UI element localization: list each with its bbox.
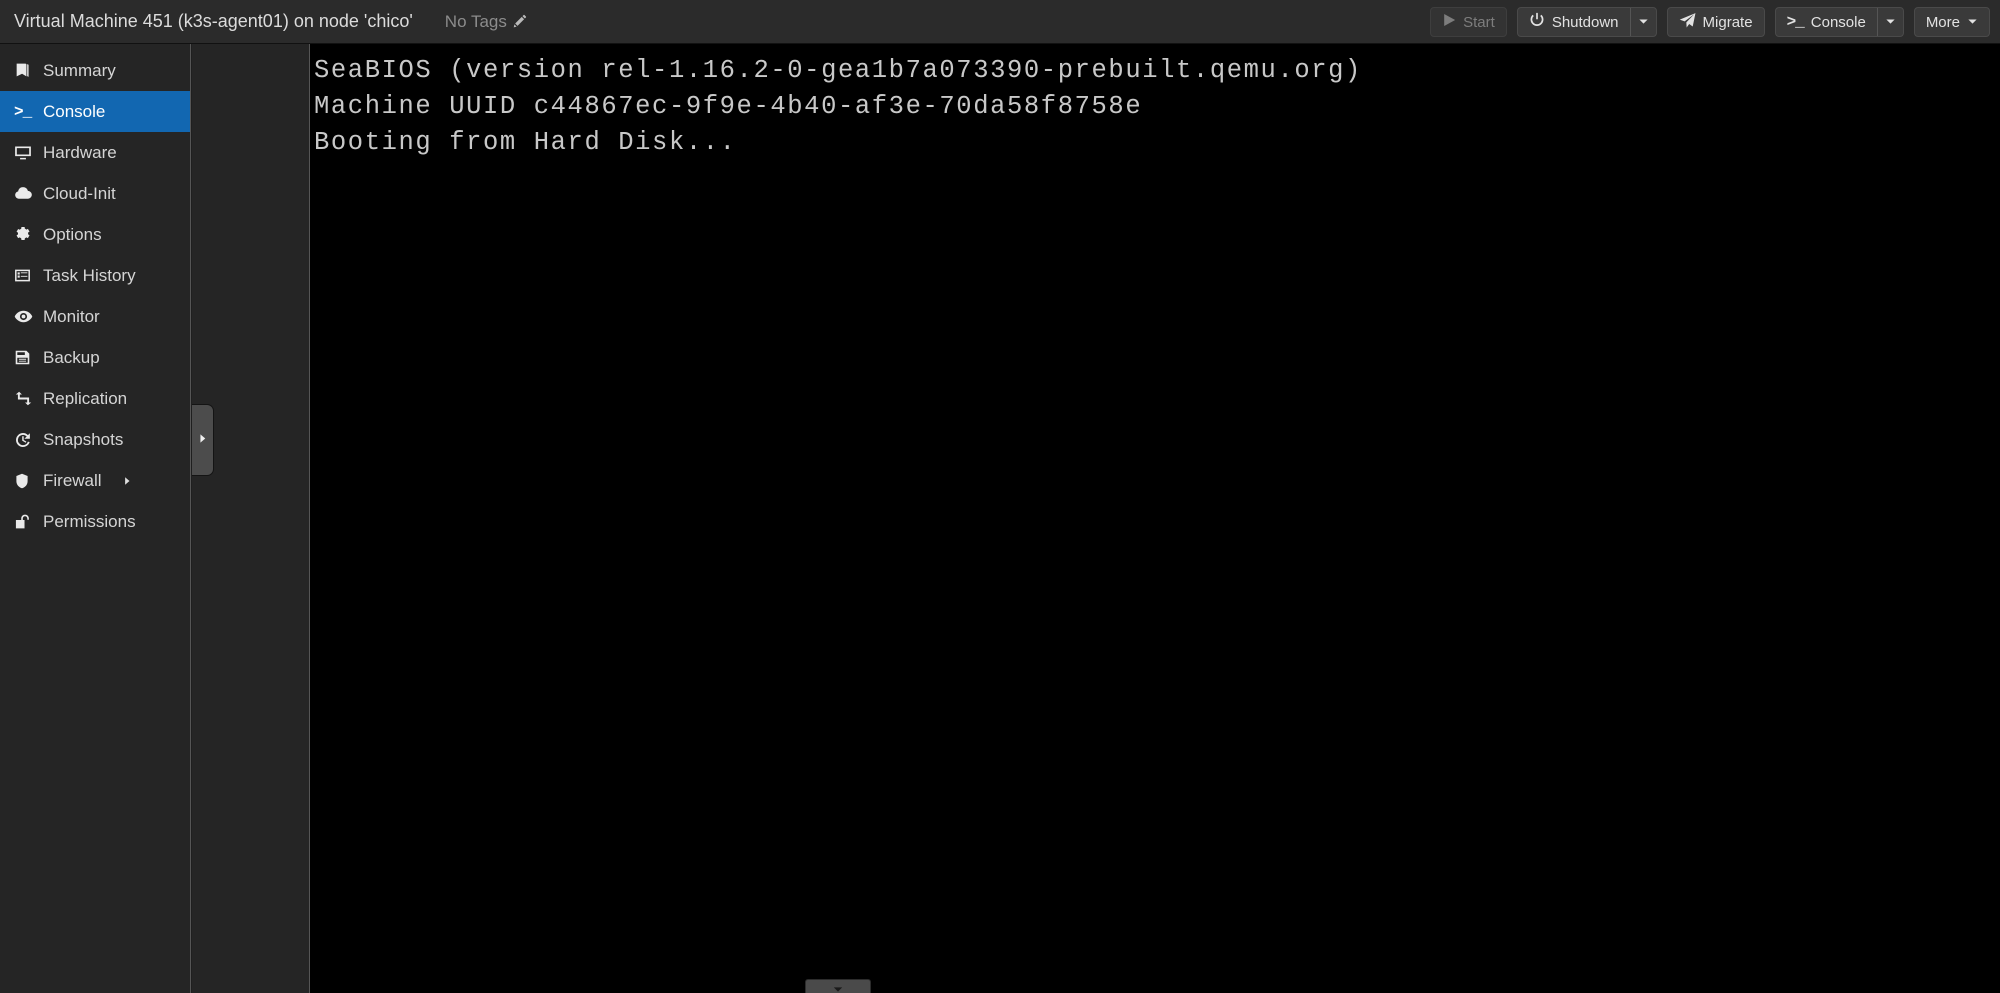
unlock-icon (14, 513, 40, 530)
desktop-icon (14, 144, 40, 162)
pencil-icon[interactable] (512, 14, 527, 29)
console-line: Booting from Hard Disk... (314, 128, 737, 157)
console-line: Machine UUID c44867ec-9f9e-4b40-af3e-70d… (314, 92, 1143, 121)
terminal-icon: >_ (1786, 13, 1805, 31)
chevron-down-icon (1885, 14, 1896, 31)
more-button-label: More (1925, 13, 1960, 31)
vm-sidebar-nav: Summary >_ Console Hardware Cloud-Init O… (0, 44, 191, 993)
sidebar-item-firewall[interactable]: Firewall (0, 460, 190, 501)
sidebar-collapse-handle[interactable] (192, 404, 214, 476)
shutdown-button[interactable]: Shutdown (1516, 7, 1657, 37)
page-title: Virtual Machine 451 (k3s-agent01) on nod… (14, 11, 413, 31)
book-icon (14, 62, 40, 79)
sidebar-item-label: Options (43, 224, 102, 244)
sidebar-item-monitor[interactable]: Monitor (0, 296, 190, 337)
eye-icon (14, 307, 40, 326)
sidebar-item-label: Firewall (43, 470, 102, 490)
sidebar-item-replication[interactable]: Replication (0, 378, 190, 419)
sidebar-item-summary[interactable]: Summary (0, 50, 190, 91)
sidebar-item-task-history[interactable]: Task History (0, 255, 190, 296)
console-button-label: Console (1810, 13, 1866, 31)
sidebar-item-label: Cloud-Init (43, 183, 116, 203)
shutdown-dropdown-toggle[interactable] (1629, 8, 1656, 36)
sidebar-item-label: Snapshots (43, 429, 124, 449)
sidebar-item-label: Monitor (43, 306, 100, 326)
list-icon (14, 267, 40, 284)
gear-icon (14, 226, 40, 243)
sidebar-item-label: Permissions (43, 511, 136, 531)
sidebar-item-label: Backup (43, 347, 100, 367)
floppy-icon (14, 349, 40, 366)
console-drawer-handle[interactable] (805, 979, 871, 993)
chevron-down-icon (832, 980, 844, 993)
sidebar-item-label: Summary (43, 60, 116, 80)
terminal-icon: >_ (14, 102, 32, 121)
sidebar-item-options[interactable]: Options (0, 214, 190, 255)
caret-right-icon (122, 476, 132, 486)
sidebar-item-hardware[interactable]: Hardware (0, 132, 190, 173)
sidebar-item-console[interactable]: >_ Console (0, 91, 190, 132)
console-line: SeaBIOS (version rel-1.16.2-0-gea1b7a073… (314, 56, 1362, 85)
send-icon (1679, 12, 1696, 33)
vm-tags-label: No Tags (444, 11, 507, 31)
migrate-button[interactable]: Migrate (1666, 7, 1765, 37)
sidebar-item-label: Task History (43, 265, 136, 285)
sidebar-item-snapshots[interactable]: Snapshots (0, 419, 190, 460)
sidebar-gutter (192, 44, 310, 993)
history-icon (14, 431, 40, 449)
novnc-console-viewport[interactable]: SeaBIOS (version rel-1.16.2-0-gea1b7a073… (310, 44, 2000, 993)
console-button[interactable]: >_ Console (1774, 7, 1904, 37)
sidebar-item-label: Hardware (43, 142, 117, 162)
shutdown-button-label: Shutdown (1551, 13, 1619, 31)
more-button[interactable]: More (1913, 7, 1990, 37)
play-icon (1442, 13, 1456, 31)
sidebar-item-permissions[interactable]: Permissions (0, 501, 190, 542)
caret-right-icon (197, 431, 208, 449)
vm-tags-editor[interactable]: No Tags (445, 12, 527, 32)
start-button[interactable]: Start (1430, 7, 1507, 37)
shield-icon (14, 473, 40, 489)
start-button-label: Start (1463, 13, 1495, 31)
vm-action-toolbar: Start Shutdown Migrate >_ Console More (1430, 0, 1990, 44)
sidebar-item-cloud-init[interactable]: Cloud-Init (0, 173, 190, 214)
sidebar-item-backup[interactable]: Backup (0, 337, 190, 378)
power-icon (1529, 12, 1545, 32)
retweet-icon (14, 389, 40, 408)
chevron-down-icon (1638, 14, 1649, 31)
sidebar-item-label: Console (43, 101, 106, 121)
cloud-icon (14, 184, 40, 203)
migrate-button-label: Migrate (1702, 13, 1753, 31)
sidebar-item-label: Replication (43, 388, 128, 408)
console-dropdown-toggle[interactable] (1876, 8, 1903, 36)
page-header: Virtual Machine 451 (k3s-agent01) on nod… (0, 0, 2000, 44)
chevron-down-icon (1967, 14, 1978, 31)
proxmox-vm-console-page: Virtual Machine 451 (k3s-agent01) on nod… (0, 0, 2000, 993)
